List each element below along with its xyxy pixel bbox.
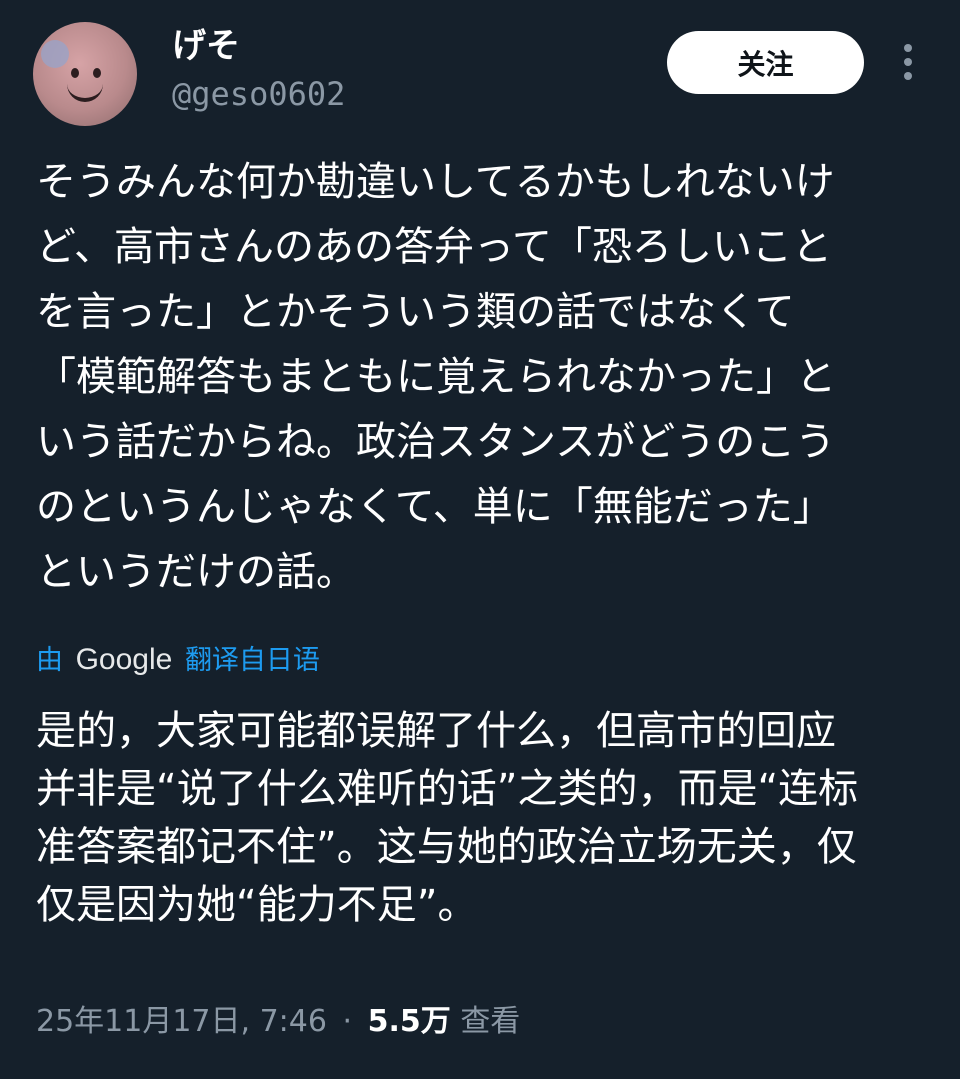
- avatar[interactable]: [33, 22, 137, 126]
- tweet-line: いう話だからね。政治スタンスがどうのこう: [36, 419, 836, 465]
- tweet-line: 「模範解答もまともに覚えられなかった」と: [36, 354, 836, 400]
- meta-separator: ·: [342, 1004, 353, 1039]
- views-label: 查看: [460, 1004, 521, 1039]
- tweet-line: というだけの話。: [36, 549, 356, 595]
- avatar-eye-left: [71, 68, 79, 78]
- tweet-text: そうみんな何か勘違いしてるかもしれないけ ど、高市さんのあの答弁って「恐ろしいこ…: [36, 150, 936, 605]
- follow-button[interactable]: 关注: [667, 31, 864, 94]
- more-vertical-icon[interactable]: [896, 44, 920, 80]
- tweet-line: を言った」とかそういう類の話ではなくて: [36, 289, 795, 335]
- translated-line: 并非是“说了什么难听的话”之类的，而是“连标: [36, 766, 859, 812]
- more-dot: [904, 44, 912, 52]
- timestamp[interactable]: 25年11月17日, 7:46: [36, 1004, 327, 1039]
- watermark: [720, 1030, 950, 1070]
- translated-line: 是的，大家可能都误解了什么，但高市的回应: [36, 708, 836, 754]
- user-handle[interactable]: @geso0602: [172, 74, 345, 114]
- views-count: 5.5万: [367, 1004, 451, 1039]
- translated-line: 仅是因为她“能力不足”。: [36, 882, 478, 928]
- translation-prefix: 由: [36, 645, 63, 676]
- tweet-line: ど、高市さんのあの答弁って「恐ろしいこと: [36, 224, 832, 270]
- tweet-line: そうみんな何か勘違いしてるかもしれないけ: [36, 159, 835, 205]
- tweet-line: のというんじゃなくて、単に「無能だった」: [36, 484, 833, 530]
- avatar-eye-right: [93, 68, 101, 78]
- translated-line: 准答案都记不住”。这与她的政治立场无关，仅: [36, 824, 857, 870]
- translation-suffix: 翻译自日语: [184, 645, 320, 676]
- display-name[interactable]: げそ: [172, 24, 240, 68]
- translated-text: 是的，大家可能都误解了什么，但高市的回应 并非是“说了什么难听的话”之类的，而是…: [36, 702, 936, 934]
- translation-attribution[interactable]: 由 Google 翻译自日语: [36, 640, 320, 681]
- avatar-mouth: [67, 80, 103, 102]
- google-label: Google: [75, 643, 173, 676]
- avatar-decoration: [41, 40, 69, 68]
- tweet-meta: 25年11月17日, 7:46 · 5.5万 查看: [36, 1000, 520, 1044]
- tweet-detail: げそ @geso0602 关注 そうみんな何か勘違いしてるかもしれないけ ど、高…: [0, 0, 960, 1079]
- more-dot: [904, 58, 912, 66]
- more-dot: [904, 72, 912, 80]
